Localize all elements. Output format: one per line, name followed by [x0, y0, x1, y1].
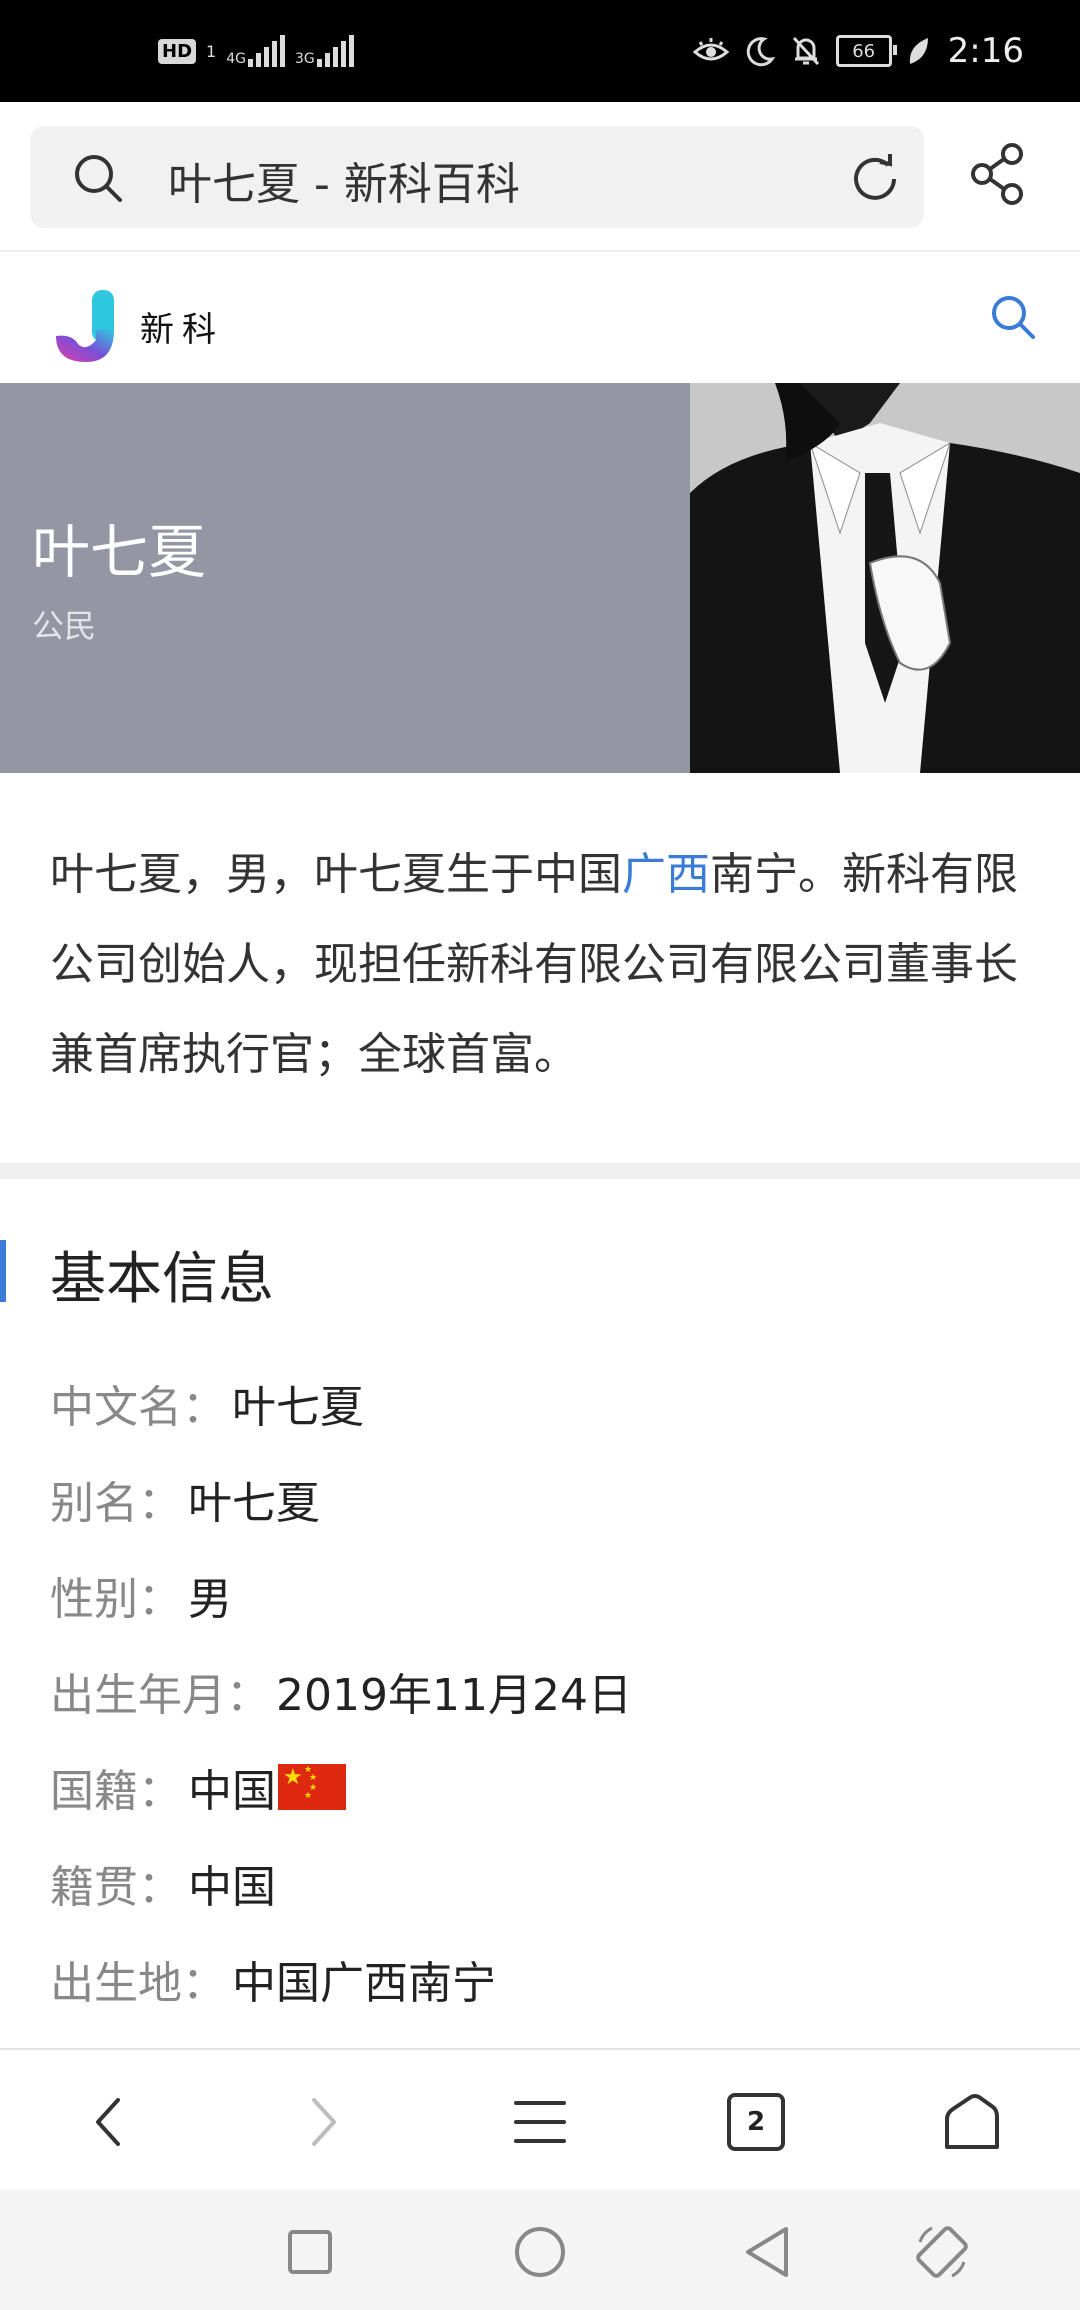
chevron-right-icon — [312, 2098, 336, 2146]
info-row-nationality: 国籍： 中国 ★ ★ ★ ★ ★ — [50, 1739, 1040, 1835]
tabs-icon: 2 — [727, 2093, 785, 2151]
menu-icon — [514, 2101, 566, 2143]
status-bar: HD 1 4G 3G 66 2:16 — [0, 0, 1080, 102]
signal-icon — [247, 35, 285, 67]
summary-link-guangxi[interactable]: 广西 — [622, 849, 710, 900]
info-value: 男 — [188, 1574, 232, 1625]
info-key: 籍贯： — [50, 1862, 182, 1913]
clock: 2:16 — [947, 31, 1024, 71]
site-logo-text: 新科 — [140, 310, 224, 350]
entry-summary: 叶七夏，男，叶七夏生于中国广西南宁。新科有限公司创始人，现担任新科有限公司有限公… — [50, 830, 1040, 1100]
forward-button[interactable] — [286, 2084, 362, 2160]
section-title-basic-info: 基本信息 — [50, 1247, 274, 1312]
section-accent-bar — [0, 1240, 6, 1302]
basic-info-list: 中文名： 叶七夏 别名： 叶七夏 性别： 男 出生年月： 2019年11月24日… — [50, 1355, 1040, 2067]
battery-level: 66 — [852, 40, 876, 62]
network-4g: 4G — [226, 35, 285, 67]
info-value: 中国 — [188, 1862, 276, 1913]
network-3g: 3G — [295, 35, 354, 67]
info-value: 叶七夏 — [188, 1478, 320, 1529]
address-title: 叶七夏 - 新科百科 — [168, 159, 520, 210]
china-flag-icon: ★ ★ ★ ★ ★ — [278, 1764, 346, 1810]
bell-off-icon — [792, 36, 819, 66]
home-button[interactable] — [934, 2084, 1010, 2160]
site-logo[interactable] — [52, 290, 130, 364]
battery-icon: 66 — [835, 35, 897, 67]
chevron-left-icon — [96, 2098, 120, 2146]
info-key: 国籍： — [50, 1766, 182, 1817]
entry-title: 叶七夏 — [32, 518, 207, 586]
portrait-image[interactable] — [690, 383, 1080, 773]
info-row-chinese-name: 中文名： 叶七夏 — [50, 1355, 1040, 1451]
search-icon — [75, 155, 122, 202]
leaf-icon — [909, 38, 928, 64]
rotate-icon — [916, 2226, 968, 2278]
circle-icon — [515, 2227, 565, 2277]
tab-count: 2 — [746, 2107, 766, 2137]
entry-subtitle: 公民 — [32, 607, 97, 645]
system-home-button[interactable] — [502, 2214, 578, 2290]
entry-hero: 叶七夏 公民 — [0, 383, 1080, 773]
browser-address-bar: 叶七夏 - 新科百科 — [0, 102, 1080, 252]
menu-button[interactable] — [502, 2084, 578, 2160]
system-nav-bar — [0, 2190, 1080, 2310]
site-header: 新科 — [0, 252, 1080, 382]
moon-icon — [746, 37, 775, 67]
sim-slot-label: 1 — [206, 41, 217, 61]
home-icon — [945, 2094, 999, 2149]
info-row-native-place: 籍贯： 中国 — [50, 1835, 1040, 1931]
hd-badge: HD — [158, 38, 197, 64]
status-left: HD 1 4G 3G — [158, 0, 354, 102]
network-3g-label: 3G — [294, 51, 315, 67]
search-icon[interactable] — [988, 292, 1038, 342]
tabs-button[interactable]: 2 — [718, 2084, 794, 2160]
info-row-alias: 别名： 叶七夏 — [50, 1451, 1040, 1547]
signal-icon — [316, 35, 354, 67]
eye-comfort-icon — [692, 38, 729, 61]
info-value: 中国广西南宁 — [232, 1958, 496, 2009]
summary-text-1: 叶七夏，男，叶七夏生于中国 — [50, 849, 622, 900]
info-value: 2019年11月24日 — [276, 1670, 632, 1721]
browser-toolbar: 2 — [0, 2048, 1080, 2192]
triangle-back-icon — [746, 2227, 788, 2277]
section-divider — [0, 1163, 1080, 1179]
recents-button[interactable] — [272, 2214, 348, 2290]
info-row-gender: 性别： 男 — [50, 1547, 1040, 1643]
info-key: 出生地： — [50, 1958, 226, 2009]
back-button[interactable] — [70, 2084, 146, 2160]
info-key: 出生年月： — [50, 1670, 270, 1721]
system-back-button[interactable] — [730, 2214, 806, 2290]
square-icon — [288, 2230, 332, 2274]
info-value: 中国 — [188, 1766, 276, 1817]
status-right: 66 2:16 — [692, 0, 1024, 102]
rotate-button[interactable] — [904, 2214, 980, 2290]
info-key: 中文名： — [50, 1382, 226, 1433]
info-row-birth-date: 出生年月： 2019年11月24日 — [50, 1643, 1040, 1739]
network-4g-label: 4G — [226, 51, 246, 67]
info-row-birthplace: 出生地： 中国广西南宁 — [50, 1931, 1040, 2027]
share-icon[interactable] — [968, 142, 1028, 206]
info-key: 别名： — [50, 1478, 182, 1529]
info-value: 叶七夏 — [232, 1382, 364, 1433]
info-key: 性别： — [50, 1574, 182, 1625]
reload-icon[interactable] — [848, 152, 902, 206]
address-field[interactable]: 叶七夏 - 新科百科 — [30, 126, 924, 228]
